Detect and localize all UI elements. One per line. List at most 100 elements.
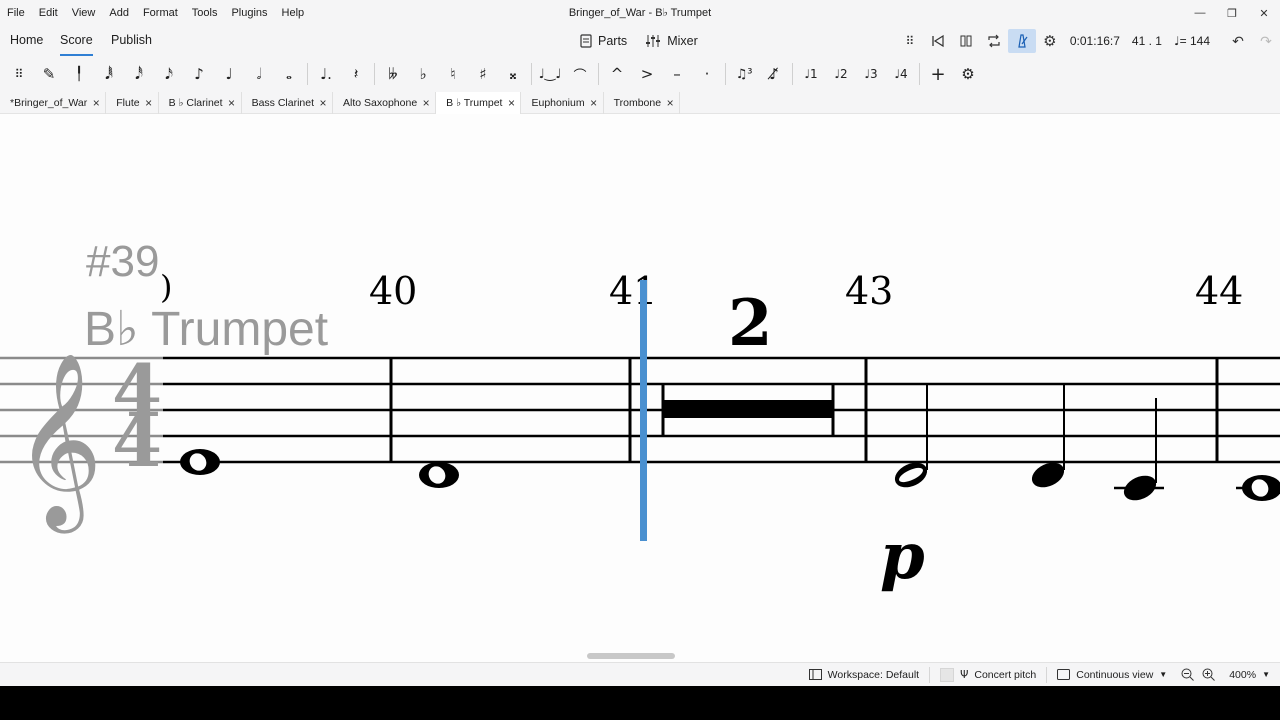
mixer-button[interactable]: Mixer xyxy=(645,34,698,48)
tab-score[interactable]: Score xyxy=(60,26,93,56)
measure-number[interactable]: 43 xyxy=(845,269,893,313)
measure-number[interactable]: 44 xyxy=(1195,269,1243,313)
rewind-icon[interactable] xyxy=(924,29,952,53)
multimeasure-rest[interactable] xyxy=(661,384,835,436)
score-tab-active[interactable]: B ♭ Trumpet × xyxy=(436,91,522,114)
redo-icon[interactable]: ↷ xyxy=(1252,29,1280,53)
tie-icon[interactable]: ♩‿♩ xyxy=(535,60,565,88)
close-tab-icon[interactable]: × xyxy=(140,96,158,110)
quarter-note[interactable] xyxy=(1114,398,1164,505)
half-note[interactable] xyxy=(891,384,931,492)
whole-note[interactable] xyxy=(1236,475,1280,501)
toolbar-settings-icon[interactable]: ⚙ xyxy=(953,60,983,88)
score-tab[interactable]: Bass Clarinet × xyxy=(242,91,334,114)
quarter-note[interactable] xyxy=(1028,384,1068,492)
dynamic-marking[interactable]: p xyxy=(880,519,925,594)
note-input-mode-icon[interactable]: ╿ xyxy=(64,60,94,88)
score-canvas[interactable]: 𝄞 4 4 #39 B♭ Trumpet ) 40 41 43 44 2 p xyxy=(0,114,1280,662)
slur-icon[interactable]: ⌒ xyxy=(565,60,595,88)
menu-edit[interactable]: Edit xyxy=(32,0,65,26)
zoom-in-button[interactable] xyxy=(1198,663,1219,687)
zoom-level-dropdown[interactable]: 400% ▼ xyxy=(1219,663,1280,687)
time-signature-bottom[interactable]: 4 xyxy=(112,398,162,483)
double-flat-icon[interactable]: 𝄫 xyxy=(378,60,408,88)
score-tab[interactable]: Flute × xyxy=(106,91,159,114)
metronome-icon[interactable] xyxy=(1007,29,1036,53)
sharp-icon[interactable]: ♯ xyxy=(468,60,498,88)
instrument-name[interactable]: B♭ Trumpet xyxy=(84,303,328,356)
close-tab-icon[interactable]: × xyxy=(87,96,105,110)
menu-file[interactable]: File xyxy=(0,0,32,26)
treble-clef[interactable]: 𝄞 xyxy=(14,352,103,534)
accent-icon[interactable]: > xyxy=(632,60,662,88)
zoom-out-button[interactable] xyxy=(1177,663,1198,687)
undo-icon[interactable]: ↶ xyxy=(1224,29,1252,53)
minimize-button[interactable]: — xyxy=(1184,0,1216,26)
loop-icon[interactable] xyxy=(980,29,1008,53)
menu-plugins[interactable]: Plugins xyxy=(224,0,274,26)
note-input-pencil-icon[interactable]: ✎ xyxy=(34,60,64,88)
concert-pitch-toggle[interactable]: Ψ Concert pitch xyxy=(930,663,1046,687)
workspace-selector[interactable]: Workspace: Default xyxy=(799,663,929,687)
tuplet-icon[interactable]: ♫³ xyxy=(729,60,759,88)
flat-icon[interactable]: ♭ xyxy=(408,60,438,88)
score-page[interactable]: 𝄞 4 4 #39 B♭ Trumpet ) 40 41 43 44 2 p xyxy=(0,114,1280,662)
concert-pitch-checkbox[interactable] xyxy=(940,667,955,682)
half-note-icon[interactable]: 𝅗𝅥 xyxy=(244,60,274,88)
close-tab-icon[interactable]: × xyxy=(661,96,679,110)
score-tab[interactable]: *Bringer_of_War × xyxy=(0,91,107,114)
double-sharp-icon[interactable]: 𝄪 xyxy=(498,60,528,88)
close-tab-icon[interactable]: × xyxy=(417,96,435,110)
close-tab-icon[interactable]: × xyxy=(502,96,520,110)
measure-number[interactable]: 41 xyxy=(609,269,657,313)
score-tab[interactable]: Trombone × xyxy=(604,91,681,114)
rest-icon[interactable]: 𝄽 xyxy=(341,60,371,88)
menu-view[interactable]: View xyxy=(65,0,103,26)
flip-direction-icon[interactable]: ♪̸ xyxy=(759,60,789,88)
augmentation-dot-icon[interactable]: ♩. xyxy=(311,60,341,88)
64th-note-icon[interactable]: 𝅘𝅥𝅱 xyxy=(94,60,124,88)
score-tab-label: B ♭ Clarinet xyxy=(168,96,223,109)
voice-3-icon[interactable]: ♩3 xyxy=(856,60,886,88)
measure-number[interactable]: 40 xyxy=(369,269,417,313)
staccato-icon[interactable]: · xyxy=(692,60,722,88)
playback-settings-icon[interactable]: ⚙ xyxy=(1036,29,1064,53)
natural-icon[interactable]: ♮ xyxy=(438,60,468,88)
eighth-note-icon[interactable]: ♪ xyxy=(184,60,214,88)
marcato-icon[interactable]: ^ xyxy=(602,60,632,88)
voice-2-icon[interactable]: ♩2 xyxy=(826,60,856,88)
menu-add[interactable]: Add xyxy=(102,0,136,26)
32nd-note-icon[interactable]: 𝅘𝅥𝅰 xyxy=(124,60,154,88)
view-mode-dropdown[interactable]: Continuous view ▼ xyxy=(1047,663,1177,687)
close-tab-icon[interactable]: × xyxy=(223,96,241,110)
close-tab-icon[interactable]: × xyxy=(314,96,332,110)
restore-button[interactable]: ❐ xyxy=(1216,0,1248,26)
score-tab-label: Trombone xyxy=(613,96,662,109)
whole-note-icon[interactable]: 𝅝 xyxy=(274,60,304,88)
tab-publish[interactable]: Publish xyxy=(111,26,152,56)
menu-format[interactable]: Format xyxy=(136,0,185,26)
parts-button[interactable]: Parts xyxy=(580,34,627,48)
toolbar-drag-handle-icon[interactable]: ⠿ xyxy=(4,60,34,88)
score-tab[interactable]: Alto Saxophone × xyxy=(333,91,437,114)
menu-help[interactable]: Help xyxy=(275,0,312,26)
whole-note[interactable] xyxy=(180,449,220,475)
tab-home[interactable]: Home xyxy=(10,26,43,56)
voice-1-icon[interactable]: ♩1 xyxy=(796,60,826,88)
drag-handle-icon[interactable]: ⠿ xyxy=(896,29,924,53)
multirest-count[interactable]: 2 xyxy=(728,286,773,361)
add-icon[interactable]: + xyxy=(923,60,953,88)
rehearsal-mark[interactable]: #39 xyxy=(86,237,159,286)
menu-tools[interactable]: Tools xyxy=(185,0,225,26)
close-window-button[interactable]: ✕ xyxy=(1248,0,1280,26)
quarter-note-icon[interactable]: ♩ xyxy=(214,60,244,88)
voice-4-icon[interactable]: ♩4 xyxy=(886,60,916,88)
play-pause-icon[interactable] xyxy=(952,29,980,53)
score-tab[interactable]: B ♭ Clarinet × xyxy=(159,91,242,114)
score-tab[interactable]: Euphonium × xyxy=(521,91,604,114)
close-tab-icon[interactable]: × xyxy=(585,96,603,110)
horizontal-scrollbar[interactable] xyxy=(587,653,675,659)
16th-note-icon[interactable]: 𝅘𝅥𝅯 xyxy=(154,60,184,88)
tenuto-icon[interactable]: – xyxy=(662,60,692,88)
whole-note[interactable] xyxy=(419,462,459,488)
